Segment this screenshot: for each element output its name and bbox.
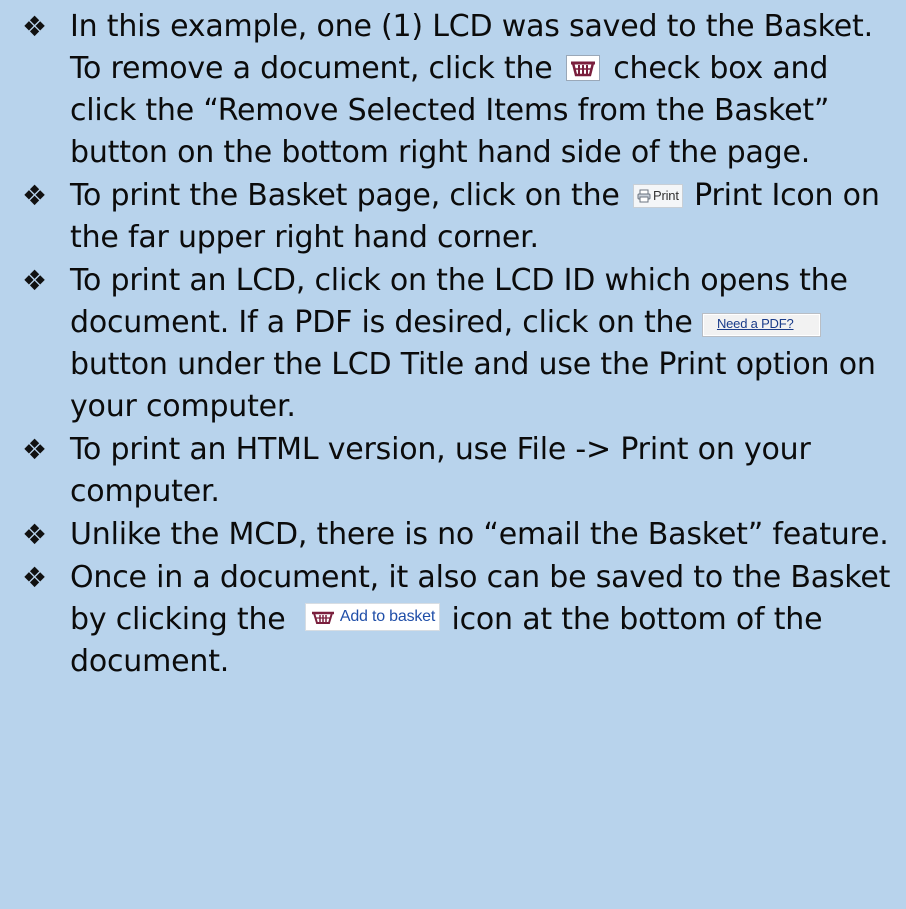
basket-icon	[570, 61, 595, 77]
list-item: ❖ To print an HTML version, use File -> …	[22, 429, 902, 513]
list-item: ❖ To print an LCD, click on the LCD ID w…	[22, 260, 902, 428]
print-icon: Print	[633, 184, 683, 208]
printer-icon	[637, 189, 651, 203]
slide: ❖ In this example, one (1) LCD was saved…	[0, 0, 906, 909]
bullet-diamond-icon: ❖	[22, 561, 47, 594]
item-text: Unlike the MCD, there is no “email the B…	[70, 517, 889, 552]
bullet-diamond-icon: ❖	[22, 518, 47, 551]
bullet-diamond-icon: ❖	[22, 179, 47, 212]
list-item: ❖ To print the Basket page, click on the…	[22, 175, 902, 259]
bullet-diamond-icon: ❖	[22, 433, 47, 466]
list-item: ❖ Once in a document, it also can be sav…	[22, 557, 902, 683]
item-text: button under the LCD Title and use the P…	[70, 347, 876, 424]
bullet-diamond-icon: ❖	[22, 10, 47, 43]
add-to-basket-icon: Add to basket	[304, 603, 441, 631]
item-text: To print the Basket page, click on the	[70, 178, 620, 213]
basket-icon	[311, 611, 334, 624]
list-item: ❖ In this example, one (1) LCD was saved…	[22, 6, 902, 174]
bullet-diamond-icon: ❖	[22, 264, 47, 297]
item-text: To print an HTML version, use File -> Pr…	[70, 432, 811, 509]
add-to-basket-label: Add to basket	[339, 608, 436, 625]
need-pdf-button: Need a PDF?	[701, 313, 821, 337]
basket-checkbox-icon	[565, 55, 600, 81]
list-item: ❖ Unlike the MCD, there is no “email the…	[22, 514, 902, 556]
instruction-list: ❖ In this example, one (1) LCD was saved…	[22, 6, 902, 684]
print-icon-label: Print	[653, 188, 679, 203]
